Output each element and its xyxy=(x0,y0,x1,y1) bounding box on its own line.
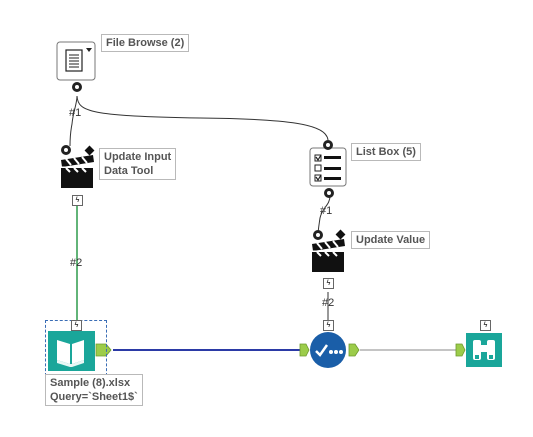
lightning-icon[interactable]: ϟ xyxy=(71,320,82,331)
connection-label: #1 xyxy=(69,107,82,119)
input-anchor[interactable] xyxy=(299,343,310,357)
question-anchor-input[interactable] xyxy=(323,140,333,150)
document-icon xyxy=(65,49,83,72)
output-anchor[interactable] xyxy=(348,343,360,357)
file-browse-label: File Browse (2) xyxy=(101,34,190,52)
lightning-icon[interactable]: ϟ xyxy=(72,195,83,206)
list-box-label: List Box (5) xyxy=(351,143,421,161)
update-value-label: Update Value xyxy=(351,231,431,249)
connection-label: #2 xyxy=(70,257,83,269)
clapperboard-icon xyxy=(61,155,94,188)
input-anchor[interactable] xyxy=(455,343,466,357)
connection-filebrowse-to-updateinput[interactable] xyxy=(69,95,78,147)
file-browse-tool[interactable] xyxy=(56,41,96,81)
update-input-label: Update Input Data Tool xyxy=(99,148,177,180)
question-anchor-output[interactable] xyxy=(72,82,82,92)
diamond-icon xyxy=(335,229,346,240)
lightning-icon[interactable]: ϟ xyxy=(323,278,334,289)
lightning-icon[interactable]: ϟ xyxy=(323,320,334,331)
lightning-icon[interactable]: ϟ xyxy=(480,320,491,331)
checklist-icon xyxy=(314,154,341,182)
question-anchor-output[interactable] xyxy=(324,188,334,198)
action-tool[interactable] xyxy=(299,332,360,368)
list-box-tool[interactable] xyxy=(309,147,347,187)
question-anchor-input[interactable] xyxy=(61,145,71,155)
browse-tool[interactable] xyxy=(455,333,502,367)
connection-label: #1 xyxy=(320,205,333,217)
input-data-label: Sample (8).xlsx Query=`Sheet1$` xyxy=(45,374,143,406)
question-anchor-input[interactable] xyxy=(313,230,323,240)
connection-filebrowse-to-listbox[interactable] xyxy=(76,95,329,141)
clapperboard-icon xyxy=(312,239,345,272)
diamond-icon xyxy=(84,145,95,156)
connection-label: #2 xyxy=(322,297,335,309)
